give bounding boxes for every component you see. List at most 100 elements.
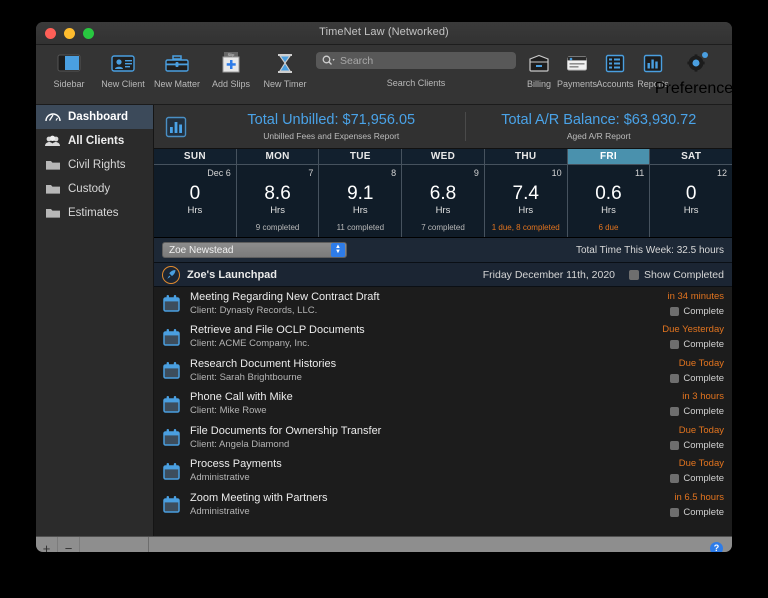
remove-button[interactable]: − [58, 537, 80, 552]
day-column-wed[interactable]: WED 9 6.8 Hrs 7 completed [402, 149, 485, 237]
summary-bar: Total Unbilled: $71,956.05 Unbilled Fees… [154, 105, 732, 149]
day-column-sat[interactable]: SAT 12 0 Hrs [650, 149, 732, 237]
sidebar-item-label: All Clients [68, 135, 125, 147]
sidebar-item-custody[interactable]: Custody [36, 177, 153, 201]
task-complete-toggle[interactable]: Complete [670, 473, 724, 484]
checkbox-icon[interactable] [670, 340, 680, 350]
title-bar: TimeNet Law (Networked) [36, 22, 732, 45]
day-column-sun[interactable]: SUN Dec 6 0 Hrs [154, 149, 237, 237]
day-unit: Hrs [270, 205, 285, 216]
add-slips-icon: Slip [220, 50, 242, 76]
day-date: 8 [391, 168, 397, 178]
checkbox-icon[interactable] [670, 373, 680, 383]
task-complete-toggle[interactable]: Complete [667, 306, 724, 317]
task-complete-label: Complete [683, 473, 724, 485]
summary-unbilled[interactable]: Total Unbilled: $71,956.05 Unbilled Fees… [198, 112, 466, 141]
task-complete-toggle[interactable]: Complete [670, 507, 724, 518]
task-main: Process Payments Administrative [190, 458, 670, 484]
summary-unbilled-sub: Unbilled Fees and Expenses Report [263, 131, 400, 141]
checkbox-icon[interactable] [670, 306, 680, 316]
day-unit: Hrs [435, 205, 451, 216]
day-note: 9 completed [255, 223, 300, 232]
new-client-icon [111, 50, 135, 76]
toolbar-button-new-matter[interactable]: New Matter [150, 50, 204, 89]
task-main: Retrieve and File OCLP Documents Client:… [190, 324, 662, 350]
billing-icon [528, 50, 550, 76]
day-date: 10 [551, 168, 562, 178]
toolbar-button-new-timer[interactable]: New Timer [258, 50, 312, 89]
day-hours: 7.4 [512, 183, 539, 204]
launchpad-header: Zoe's Launchpad Friday December 11th, 20… [154, 263, 732, 287]
task-title: Research Document Histories [190, 357, 337, 370]
task-title: Retrieve and File OCLP Documents [190, 324, 365, 337]
task-complete-label: Complete [683, 406, 724, 418]
show-completed-toggle[interactable]: Show Completed [629, 269, 724, 281]
toolbar-label: Add Slips [211, 79, 251, 89]
checkbox-icon[interactable] [670, 440, 680, 450]
task-row[interactable]: Retrieve and File OCLP Documents Client:… [154, 321, 732, 355]
task-title: Phone Call with Mike [190, 391, 293, 404]
task-complete-toggle[interactable]: Complete [670, 406, 724, 417]
task-row[interactable]: Meeting Regarding New Contract Draft Cli… [154, 287, 732, 321]
day-hours: 0 [189, 183, 201, 204]
sidebar-item-dashboard[interactable]: Dashboard [36, 105, 153, 129]
task-row[interactable]: Zoom Meeting with Partners Administrativ… [154, 488, 732, 522]
day-date: 11 [634, 168, 645, 178]
task-row[interactable]: Process Payments Administrative Due Toda… [154, 455, 732, 489]
day-unit: Hrs [683, 205, 699, 216]
checkbox-icon[interactable] [670, 474, 680, 484]
summary-ar[interactable]: Total A/R Balance: $63,930.72 Aged A/R R… [466, 112, 733, 141]
day-date: 7 [308, 168, 314, 178]
task-subtitle: Client: Angela Diamond [190, 438, 290, 450]
toolbar-left-group: Sidebar New Client New Matter Slip Add S… [36, 50, 312, 89]
day-column-fri[interactable]: FRI 11 0.6 Hrs 6 due [567, 149, 651, 237]
chevron-updown-icon[interactable]: ▲ ▼ [331, 243, 345, 257]
toolbar-button-new-client[interactable]: New Client [96, 50, 150, 89]
day-note: 7 completed [421, 223, 465, 232]
day-date: Dec 6 [207, 168, 231, 178]
checkbox-icon[interactable] [629, 269, 640, 280]
calendar-icon [162, 462, 181, 481]
task-row[interactable]: File Documents for Ownership Transfer Cl… [154, 421, 732, 455]
day-body: Dec 6 0 Hrs [154, 165, 236, 237]
toolbar-button-billing[interactable]: Billing [520, 50, 558, 89]
sidebar-item-estimates[interactable]: Estimates [36, 201, 153, 225]
toolbar-button-payments[interactable]: Payments [557, 50, 597, 89]
search-input[interactable]: Search [316, 52, 516, 69]
toolbar-button-preferences[interactable]: Preferences [655, 50, 732, 98]
day-name: THU [484, 149, 567, 165]
rocket-icon [162, 265, 180, 284]
folder-icon [44, 158, 61, 173]
checkbox-icon[interactable] [670, 507, 680, 517]
task-row[interactable]: Phone Call with Mike Client: Mike Rowe i… [154, 388, 732, 422]
calendar-icon [162, 395, 181, 414]
toolbar-button-add-slips[interactable]: Slip Add Slips [204, 50, 258, 89]
payments-card-icon [566, 50, 588, 76]
task-row[interactable]: Research Document Histories Client: Sara… [154, 354, 732, 388]
add-button[interactable]: + [36, 537, 58, 552]
checkbox-icon[interactable] [670, 407, 680, 417]
toolbar-button-sidebar[interactable]: Sidebar [42, 50, 96, 89]
day-column-tue[interactable]: TUE 8 9.1 Hrs 11 completed [319, 149, 403, 237]
day-body: 10 7.4 Hrs 1 due, 8 completed [484, 165, 567, 237]
task-complete-toggle[interactable]: Complete [670, 440, 724, 451]
launchpad-date: Friday December 11th, 2020 [482, 268, 616, 281]
sidebar-item-all-clients[interactable]: All Clients [36, 129, 153, 153]
task-due: in 3 hours [682, 391, 724, 403]
day-hours: 0.6 [595, 183, 622, 204]
task-complete-toggle[interactable]: Complete [670, 373, 724, 384]
task-main: Phone Call with Mike Client: Mike Rowe [190, 391, 670, 417]
task-right: Due Today Complete [670, 425, 724, 451]
calendar-icon [162, 328, 181, 347]
task-complete-toggle[interactable]: Complete [662, 339, 724, 350]
user-select[interactable]: Zoe Newstead ▲ ▼ [162, 242, 347, 258]
task-main: Research Document Histories Client: Sara… [190, 358, 670, 384]
task-complete-label: Complete [683, 506, 724, 518]
toolbar-button-accounts[interactable]: Accounts [596, 50, 634, 89]
day-column-thu[interactable]: THU 10 7.4 Hrs 1 due, 8 completed [484, 149, 568, 237]
sidebar-item-civil-rights[interactable]: Civil Rights [36, 153, 153, 177]
task-right: in 6.5 hours Complete [670, 492, 724, 518]
day-note: 1 due, 8 completed [491, 223, 560, 232]
day-column-mon[interactable]: MON 7 8.6 Hrs 9 completed [236, 149, 320, 237]
help-button[interactable]: ? [710, 541, 723, 552]
